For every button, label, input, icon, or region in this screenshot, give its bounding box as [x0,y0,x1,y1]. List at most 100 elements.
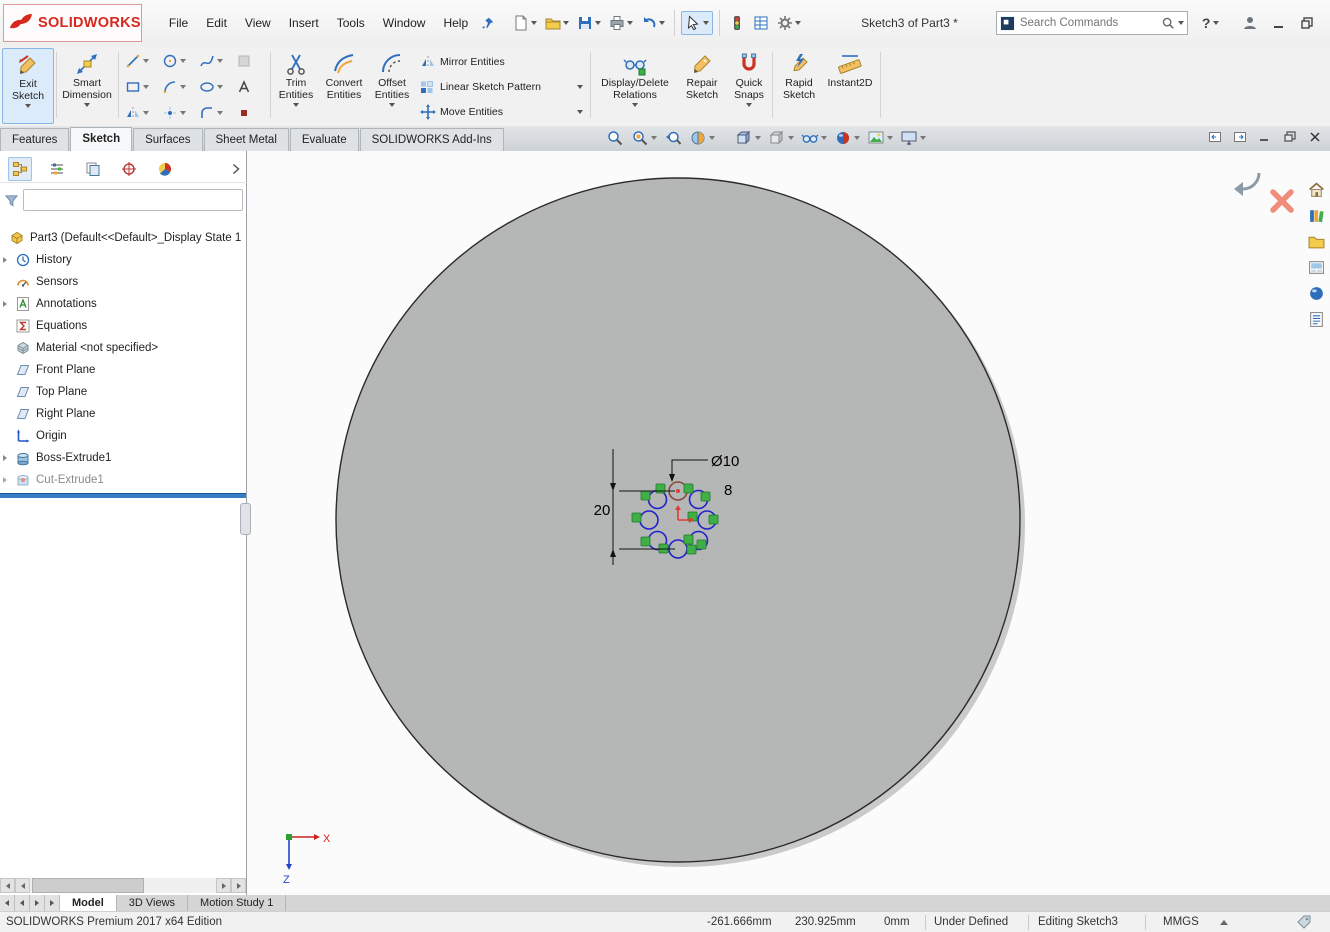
undo-button[interactable] [638,12,668,34]
design-library-icon[interactable] [1306,205,1327,226]
part-face-circle[interactable] [336,178,1025,867]
file-explorer-icon[interactable] [1306,231,1327,252]
linear-pattern-dropdown-icon[interactable] [577,85,583,89]
feature-manager-tab-icon[interactable] [8,157,32,181]
tab-scroll-prev-icon[interactable] [15,895,30,911]
search-input[interactable] [1018,16,1158,30]
menu-tools[interactable]: Tools [328,11,374,35]
tab-sketch[interactable]: Sketch [70,127,132,151]
smart-dimension-button[interactable]: Smart Dimension [60,48,114,122]
minimize-icon[interactable] [1272,16,1286,30]
status-options-icon[interactable] [1296,914,1312,930]
dim-count-text[interactable]: 8 [724,482,732,499]
exit-sketch-button[interactable]: Exit Sketch [2,48,54,124]
quick-snaps-button[interactable]: Quick Snaps [728,48,770,122]
smart-dimension-dropdown-icon[interactable] [84,103,90,107]
scroll-thumb[interactable] [32,878,144,893]
rapid-sketch-button[interactable]: Rapid Sketch [776,48,822,122]
document-close-icon[interactable] [1308,130,1322,144]
tab-evaluate[interactable]: Evaluate [290,128,359,151]
save-button[interactable] [574,12,604,34]
menu-insert[interactable]: Insert [280,11,328,35]
new-document-button[interactable] [510,12,540,34]
offset-entities-dropdown-icon[interactable] [389,103,395,107]
restore-icon[interactable] [1300,16,1314,30]
cancel-sketch-icon[interactable] [1273,192,1291,210]
pin-menu-icon[interactable] [478,11,498,35]
point-tool-button[interactable] [161,104,187,122]
menu-window[interactable]: Window [374,11,435,35]
unit-system-dropdown-icon[interactable] [1220,920,1228,925]
trim-entities-button[interactable]: Trim Entities [274,48,318,122]
rollback-bar[interactable] [0,493,246,498]
hide-show-items-icon[interactable] [801,129,827,147]
menu-help[interactable]: Help [434,11,477,35]
tab-surfaces[interactable]: Surfaces [133,128,202,151]
file-properties-button[interactable] [750,12,772,34]
expand-arrow-icon[interactable] [0,455,10,461]
scroll-left-icon[interactable] [0,878,15,893]
dimxpert-manager-tab-icon[interactable] [118,158,140,180]
tab-3d-views[interactable]: 3D Views [117,895,188,911]
tree-item-top-plane[interactable]: Top Plane [0,381,246,403]
arc-tool-button[interactable] [161,78,187,96]
exit-sketch-dropdown-icon[interactable] [25,104,31,108]
construction-geometry-tool-button[interactable] [235,104,253,122]
search-icon[interactable] [1161,16,1175,30]
tree-item-annotations[interactable]: Annotations [0,293,246,315]
property-manager-tab-icon[interactable] [46,158,68,180]
split-pane-right-icon[interactable] [1233,130,1247,144]
dim-spacing-text[interactable]: 20 [594,502,611,519]
rebuild-button[interactable] [726,12,748,34]
print-button[interactable] [606,12,636,34]
confirm-exit-sketch-arrowhead[interactable] [1234,182,1243,196]
menu-view[interactable]: View [236,11,280,35]
graphics-viewport[interactable]: 20 Ø10 8 X Z [247,151,1330,895]
tab-features[interactable]: Features [0,128,69,151]
previous-view-icon[interactable] [664,129,682,147]
mirror-entities-button[interactable]: Mirror Entities [420,54,586,70]
split-pane-left-icon[interactable] [1208,130,1222,144]
open-document-button[interactable] [542,12,572,34]
tab-motion-study-1[interactable]: Motion Study 1 [188,895,286,911]
spline-tool-button[interactable] [198,52,224,70]
expand-arrow-icon[interactable] [0,477,10,483]
offset-entities-button[interactable]: Offset Entities [370,48,414,122]
tab-scroll-next-icon[interactable] [30,895,45,911]
panel-tabs-overflow-icon[interactable] [231,163,241,175]
tree-item-equations[interactable]: Equations [0,315,246,337]
tree-item-part-root[interactable]: Part3 (Default<<Default>_Display State 1 [0,227,246,249]
dim-diameter-text[interactable]: Ø10 [711,453,739,470]
tree-item-boss-extrude1[interactable]: Boss-Extrude1 [0,447,246,469]
instant2d-button[interactable]: Instant2D [824,48,876,122]
expand-arrow-icon[interactable] [0,301,10,307]
construction-tool-button[interactable] [235,52,253,70]
tab-scroll-last-icon[interactable] [45,895,60,911]
edit-appearance-icon[interactable] [834,129,860,147]
document-restore-icon[interactable] [1283,130,1297,144]
panel-expand-icon[interactable] [231,878,246,893]
section-view-icon[interactable] [689,129,715,147]
tab-model[interactable]: Model [60,895,117,911]
text-tool-button[interactable] [235,78,253,96]
menu-edit[interactable]: Edit [197,11,236,35]
tab-scroll-first-icon[interactable] [0,895,15,911]
view-settings-icon[interactable] [900,129,926,147]
tree-item-sensors[interactable]: Sensors [0,271,246,293]
view-palette-icon[interactable] [1306,257,1327,278]
tab-sheet-metal[interactable]: Sheet Metal [204,128,289,151]
filter-input[interactable] [23,189,243,211]
custom-properties-icon[interactable] [1306,309,1327,330]
zoom-to-fit-icon[interactable] [606,129,624,147]
linear-sketch-pattern-button[interactable]: Linear Sketch Pattern [420,79,586,95]
dimensioned-circle-center[interactable] [676,489,680,493]
tree-item-material[interactable]: Material <not specified> [0,337,246,359]
view-orientation-icon[interactable] [735,129,761,147]
move-entities-button[interactable]: Move Entities [420,104,586,120]
convert-entities-button[interactable]: Convert Entities [320,48,368,122]
display-manager-tab-icon[interactable] [154,158,176,180]
repair-sketch-button[interactable]: Repair Sketch [678,48,726,122]
help-dropdown-icon[interactable] [1213,21,1219,25]
line-tool-button[interactable] [124,52,150,70]
circle-tool-button[interactable] [161,52,187,70]
